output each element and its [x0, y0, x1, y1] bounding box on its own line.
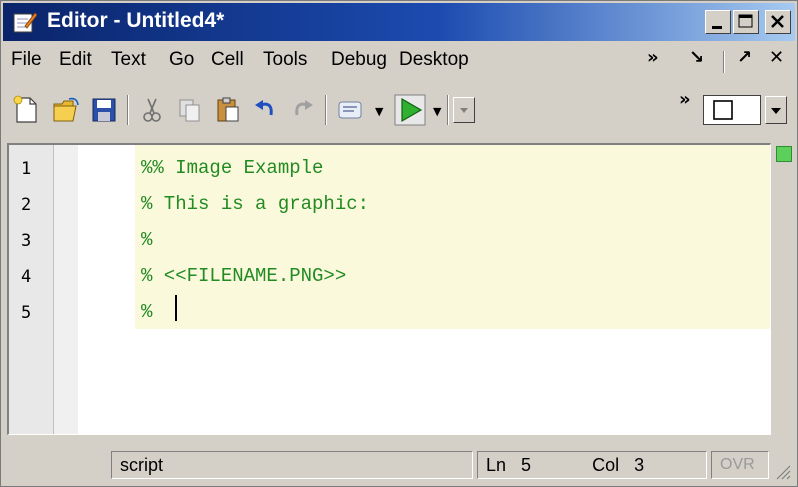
menu-debug[interactable]: Debug [331, 49, 387, 71]
maximize-icon [738, 14, 753, 28]
toolbar-overflow-icon[interactable]: » [679, 89, 691, 110]
save-icon[interactable] [89, 95, 119, 125]
run-icon[interactable] [393, 93, 427, 127]
resize-grip-icon[interactable] [773, 462, 791, 480]
line-number: 2 [21, 195, 32, 215]
toolbar-separator [325, 95, 327, 125]
window-title: Editor - Untitled4* [47, 9, 225, 32]
menu-desktop[interactable]: Desktop [399, 49, 469, 71]
minimize-button[interactable] [705, 10, 731, 34]
menu-tools[interactable]: Tools [263, 49, 307, 71]
menu-edit[interactable]: Edit [59, 49, 92, 71]
status-position: Ln 5 Col 3 [477, 451, 707, 479]
dock-icon[interactable]: ↘ [689, 47, 704, 68]
minimize-icon [712, 26, 722, 29]
undo-icon[interactable] [251, 95, 281, 125]
status-mode: script [111, 451, 473, 479]
code-editor[interactable]: 1 2 3 4 5 %% Image Example % This is a g… [7, 143, 771, 435]
code-line[interactable]: % [141, 301, 164, 323]
code-line[interactable]: % [141, 229, 152, 251]
close-icon [771, 15, 784, 28]
code-folding-margin[interactable] [54, 145, 78, 434]
line-value: 5 [521, 455, 532, 475]
layout-selector[interactable] [703, 95, 761, 125]
line-number-gutter: 1 2 3 4 5 [9, 145, 54, 434]
menu-file[interactable]: File [11, 49, 42, 71]
line-number: 1 [21, 159, 32, 179]
chevron-down-icon [771, 108, 781, 114]
status-bar: script Ln 5 Col 3 OVR [3, 447, 795, 484]
single-pane-icon [713, 100, 733, 120]
paste-icon[interactable] [213, 95, 243, 125]
cut-icon[interactable] [137, 95, 167, 125]
run-config-dropdown[interactable] [453, 97, 475, 123]
menu-separator [723, 51, 725, 73]
title-bar[interactable]: Editor - Untitled4* [3, 3, 795, 41]
menu-cell[interactable]: Cell [211, 49, 244, 71]
toolbar-separator [447, 95, 449, 125]
editor-window: Editor - Untitled4* File Edit Text Go Ce… [0, 0, 798, 487]
line-number: 4 [21, 267, 32, 287]
menu-bar: File Edit Text Go Cell Tools Debug Deskt… [3, 41, 795, 81]
chevron-down-icon [460, 108, 468, 113]
undock-icon[interactable]: ↗ [737, 47, 752, 68]
editor-app-icon [13, 12, 37, 33]
toolbar-separator [127, 95, 129, 125]
code-line[interactable]: % <<FILENAME.PNG>> [141, 265, 346, 287]
toolbar: ▼ ▼ » [3, 83, 795, 135]
column-label: Col [592, 455, 620, 475]
line-number: 3 [21, 231, 32, 251]
menu-text[interactable]: Text [111, 49, 146, 71]
menu-go[interactable]: Go [169, 49, 194, 71]
close-button[interactable] [765, 10, 791, 34]
line-label: Ln [486, 455, 507, 475]
comment-dropdown-arrow-icon[interactable]: ▼ [375, 105, 383, 118]
line-number: 5 [21, 303, 32, 323]
code-line[interactable]: % This is a graphic: [141, 193, 369, 215]
redo-icon[interactable] [287, 95, 317, 125]
text-cursor [175, 295, 177, 321]
code-line[interactable]: %% Image Example [141, 157, 323, 179]
maximize-button[interactable] [733, 10, 759, 34]
layout-dropdown[interactable] [765, 96, 787, 124]
comment-icon[interactable] [335, 95, 365, 125]
copy-icon[interactable] [175, 95, 205, 125]
close-editor-icon[interactable]: ✕ [769, 47, 784, 68]
menu-overflow-icon[interactable]: » [647, 47, 659, 68]
open-folder-icon[interactable] [51, 95, 81, 125]
run-dropdown-arrow-icon[interactable]: ▼ [433, 105, 441, 118]
code-analyzer-status-icon[interactable] [776, 146, 792, 162]
overwrite-mode-indicator: OVR [711, 451, 769, 479]
new-file-icon[interactable] [11, 95, 41, 125]
column-value: 3 [634, 455, 645, 475]
